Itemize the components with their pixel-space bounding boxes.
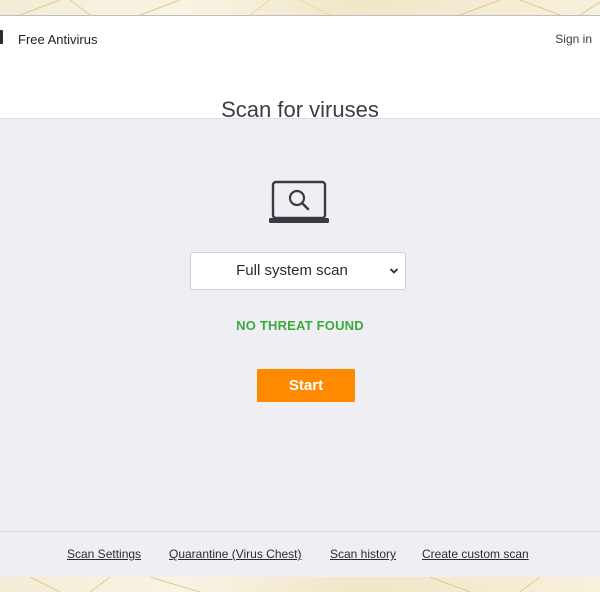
scan-status: NO THREAT FOUND	[236, 318, 364, 333]
sign-in-link[interactable]: Sign in	[555, 32, 592, 46]
chevron-down-icon	[389, 268, 399, 274]
laptop-magnifier-icon	[269, 180, 329, 223]
footer-links: Scan Settings Quarantine (Virus Chest) S…	[0, 531, 600, 578]
scan-settings-link[interactable]: Scan Settings	[67, 547, 141, 561]
scan-panel: Full system scan NO THREAT FOUND Start	[0, 119, 600, 530]
app-header: Free Antivirus Sign in Scan for viruses	[0, 16, 600, 122]
app-name: Free Antivirus	[18, 32, 98, 47]
quarantine-link[interactable]: Quarantine (Virus Chest)	[169, 547, 302, 561]
start-scan-button[interactable]: Start	[257, 369, 355, 402]
scan-history-link[interactable]: Scan history	[330, 547, 396, 561]
antivirus-window: Free Antivirus Sign in Scan for viruses …	[0, 15, 600, 578]
scan-type-value: Full system scan	[236, 262, 348, 279]
app-logo-icon	[0, 30, 3, 44]
scan-type-select[interactable]: Full system scan	[190, 252, 406, 290]
desktop-wallpaper-bottom	[0, 577, 600, 592]
create-custom-scan-link[interactable]: Create custom scan	[422, 547, 529, 561]
desktop-wallpaper-top	[0, 0, 600, 15]
